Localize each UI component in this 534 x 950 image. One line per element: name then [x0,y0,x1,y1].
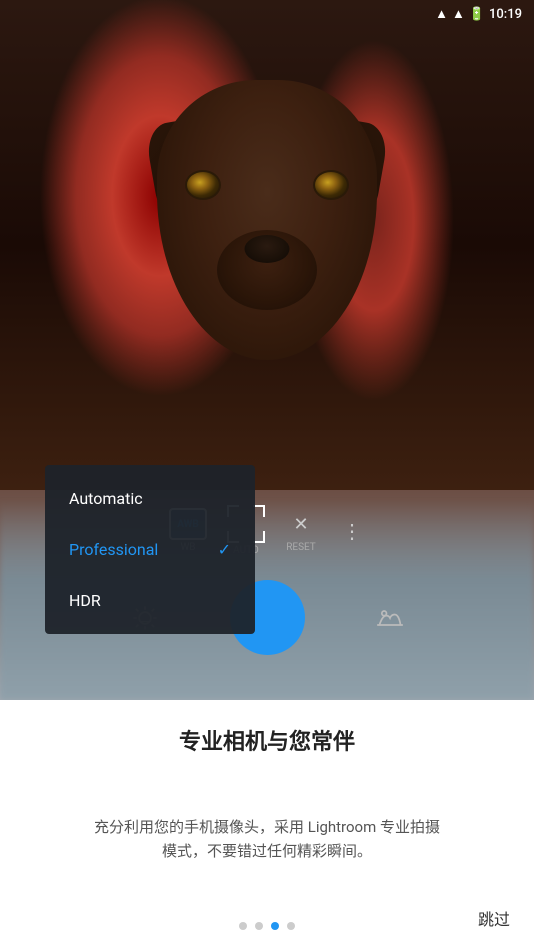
battery-icon: 🔋 [469,7,485,22]
bottom-panel: 专业相机与您常伴 充分利用您的手机摄像头，采用 Lightroom 专业拍摄模式… [0,700,534,950]
status-icons: ▲ ▲ 🔋 10:19 [435,6,522,22]
professional-option[interactable]: Professional ✓ [45,524,255,575]
panel-description: 充分利用您的手机摄像头，采用 Lightroom 专业拍摄模式，不要错过任何精彩… [87,815,447,863]
close-icon: ✕ [285,508,317,540]
signal-icon: ▲ [435,6,448,22]
status-bar: ▲ ▲ 🔋 10:19 [0,0,534,28]
hdr-option[interactable]: HDR [45,575,255,626]
dot-4 [287,922,295,930]
dot-3 [271,922,279,930]
skip-button[interactable]: 跳过 [478,906,510,930]
mode-dropdown: Automatic Professional ✓ HDR [45,465,255,634]
wifi-icon: ▲ [452,6,465,22]
time-display: 10:19 [489,7,522,22]
pagination-dots [239,922,295,930]
automatic-option[interactable]: Automatic [45,473,255,524]
dot-1 [239,922,247,930]
reset-button[interactable]: ✕ RESET [285,508,317,553]
reset-label: RESET [286,542,316,553]
more-options-button[interactable]: ⋮ [337,517,365,545]
panel-title: 专业相机与您常伴 [179,724,355,756]
camera-view: ▲ ▲ 🔋 10:19 AWB WB [0,0,534,700]
checkmark-icon: ✓ [218,540,231,559]
more-dots-icon: ⋮ [337,517,365,545]
dot-2 [255,922,263,930]
gallery-button[interactable] [365,593,415,643]
